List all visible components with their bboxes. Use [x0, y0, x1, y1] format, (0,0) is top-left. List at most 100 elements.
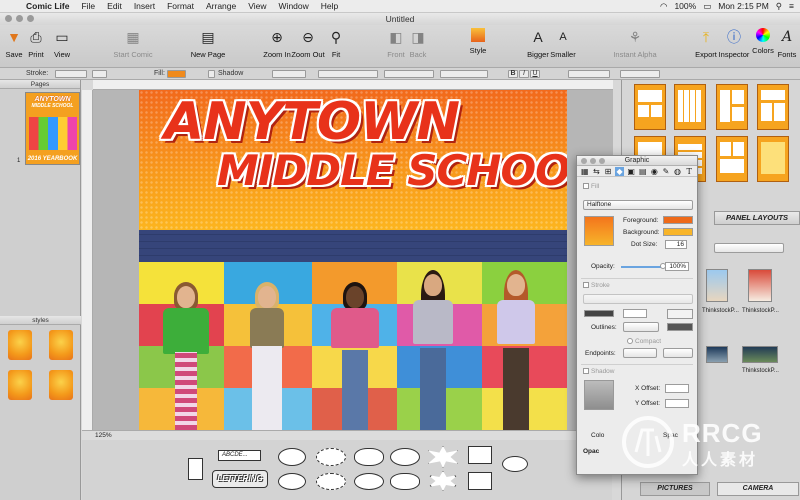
stroke-width-popup[interactable]: [55, 70, 87, 78]
tab-pen-icon[interactable]: ✎: [661, 167, 671, 176]
speech-bubble-tool[interactable]: [390, 448, 420, 466]
instant-alpha-button[interactable]: ⚘ Instant Alpha: [613, 28, 656, 59]
italic-button[interactable]: I: [519, 70, 529, 78]
menu-insert[interactable]: Insert: [128, 1, 161, 11]
dot-size-field[interactable]: 16: [665, 240, 687, 249]
battery-percent[interactable]: 100%: [674, 1, 696, 11]
zoom-inspector-button[interactable]: [599, 158, 605, 164]
start-comic-button[interactable]: ▦ Start Comic: [113, 28, 153, 59]
font-size-popup[interactable]: [440, 70, 488, 78]
tab-details-icon[interactable]: ⊞: [603, 167, 613, 176]
tab-layout-icon[interactable]: ▦: [580, 167, 590, 176]
tab-filter-icon[interactable]: ◉: [650, 167, 660, 176]
menu-arrange[interactable]: Arrange: [200, 1, 242, 11]
page-template[interactable]: [757, 84, 789, 130]
menu-edit[interactable]: Edit: [101, 1, 128, 11]
close-inspector-button[interactable]: [581, 158, 587, 164]
font-family-popup[interactable]: [318, 70, 378, 78]
speech-bubble-tool[interactable]: [278, 473, 306, 490]
outlines-popup[interactable]: [623, 322, 659, 332]
menu-window[interactable]: Window: [273, 1, 315, 11]
style-swatch[interactable]: [8, 330, 32, 360]
style-swatch[interactable]: [49, 370, 73, 400]
shadow-checkbox[interactable]: [583, 368, 589, 374]
photo-panel[interactable]: [139, 262, 567, 430]
fill-color-well[interactable]: [167, 70, 186, 78]
comic-page[interactable]: ANYTOWN MIDDLE SCHOOL: [139, 90, 567, 430]
tab-book-icon[interactable]: ▤: [638, 167, 648, 176]
minimize-window-button[interactable]: [16, 15, 23, 22]
wifi-icon[interactable]: ◠: [660, 1, 667, 12]
rect-bubble-tool[interactable]: [468, 446, 492, 464]
end-endpoint-popup[interactable]: [663, 348, 693, 358]
compact-radio[interactable]: [627, 338, 633, 344]
tab-image-icon[interactable]: ▣: [626, 167, 636, 176]
shadow-popup[interactable]: [272, 70, 306, 78]
close-window-button[interactable]: [5, 15, 12, 22]
start-endpoint-popup[interactable]: [623, 348, 657, 358]
tab-text-icon[interactable]: T: [684, 167, 694, 176]
fill-type-popup[interactable]: Halftone: [583, 200, 693, 210]
outline-color-well[interactable]: [667, 323, 693, 331]
bold-button[interactable]: B: [508, 70, 518, 78]
fill-checkbox[interactable]: [583, 183, 589, 189]
panel-layouts-button[interactable]: PANEL LAYOUTS: [714, 211, 800, 225]
alignment-buttons[interactable]: [568, 70, 610, 78]
x-offset-field[interactable]: [665, 384, 689, 393]
fit-button[interactable]: ⚲ Fit: [316, 28, 356, 59]
opacity-field[interactable]: 100%: [665, 262, 689, 271]
caption-text-tool[interactable]: ABCDE...: [218, 450, 261, 461]
minimize-inspector-button[interactable]: [590, 158, 596, 164]
shout-bubble-tool[interactable]: [428, 446, 458, 468]
thought-bubble-tool[interactable]: [390, 473, 420, 490]
title-banner[interactable]: ANYTOWN MIDDLE SCHOOL: [139, 90, 567, 230]
whisper-bubble-tool[interactable]: [316, 448, 346, 466]
style-swatch[interactable]: [8, 370, 32, 400]
photo-thumbnail[interactable]: [742, 346, 778, 363]
tab-brush-icon[interactable]: ◍: [673, 167, 683, 176]
zoom-window-button[interactable]: [27, 15, 34, 22]
menu-format[interactable]: Format: [161, 1, 200, 11]
caption-box-tool[interactable]: [188, 458, 203, 480]
shadow-checkbox[interactable]: [208, 70, 215, 78]
photo-thumbnail[interactable]: [706, 346, 728, 363]
page-template[interactable]: [634, 84, 666, 130]
pictures-button[interactable]: PICTURES: [640, 482, 710, 496]
tab-graphic-icon[interactable]: ◆: [614, 167, 625, 176]
photo-thumbnail[interactable]: [706, 269, 728, 302]
text-spacing-popup[interactable]: [620, 70, 660, 78]
background-color-well[interactable]: [663, 228, 693, 236]
speech-bubble-tool[interactable]: [354, 473, 384, 490]
speech-bubble-tool[interactable]: [278, 448, 306, 466]
y-offset-field[interactable]: [665, 399, 689, 408]
canvas-area[interactable]: ANYTOWN MIDDLE SCHOOL: [93, 90, 613, 430]
menu-help[interactable]: Help: [315, 1, 344, 11]
battery-icon[interactable]: ▭: [703, 1, 711, 12]
fonts-button[interactable]: A Fonts: [767, 28, 800, 59]
view-button[interactable]: ▭ View: [42, 28, 82, 59]
font-face-popup[interactable]: [384, 70, 434, 78]
whisper-bubble-tool[interactable]: [316, 473, 346, 490]
stroke-width-field[interactable]: [623, 309, 647, 318]
stroke-end-style[interactable]: [667, 309, 693, 319]
menu-app-name[interactable]: Comic Life: [20, 1, 75, 11]
zoom-level-popup[interactable]: 125%: [95, 432, 112, 439]
style-swatch[interactable]: [49, 330, 73, 360]
menu-file[interactable]: File: [75, 1, 101, 11]
page-template[interactable]: [716, 84, 748, 130]
photo-thumbnail[interactable]: [748, 269, 772, 302]
headline-line-1[interactable]: ANYTOWN: [164, 92, 460, 152]
stroke-checkbox[interactable]: [583, 282, 589, 288]
opacity-slider[interactable]: [621, 263, 666, 269]
oval-bubble-tool[interactable]: [502, 456, 528, 472]
new-page-button[interactable]: ▤ New Page: [188, 28, 228, 59]
shout-bubble-tool[interactable]: [428, 471, 458, 491]
back-button[interactable]: ◨ Back: [398, 28, 438, 59]
stroke-type-popup[interactable]: [583, 294, 693, 304]
foreground-color-well[interactable]: [663, 216, 693, 224]
page-thumbnail[interactable]: ANYTOWN MIDDLE SCHOOL 2016 YEARBOOK: [25, 92, 80, 165]
page-template[interactable]: [716, 136, 748, 182]
tab-arrange-icon[interactable]: ⇆: [592, 167, 602, 176]
thought-bubble-tool[interactable]: [354, 448, 384, 466]
headline-line-2[interactable]: MIDDLE SCHOOL: [217, 146, 567, 195]
